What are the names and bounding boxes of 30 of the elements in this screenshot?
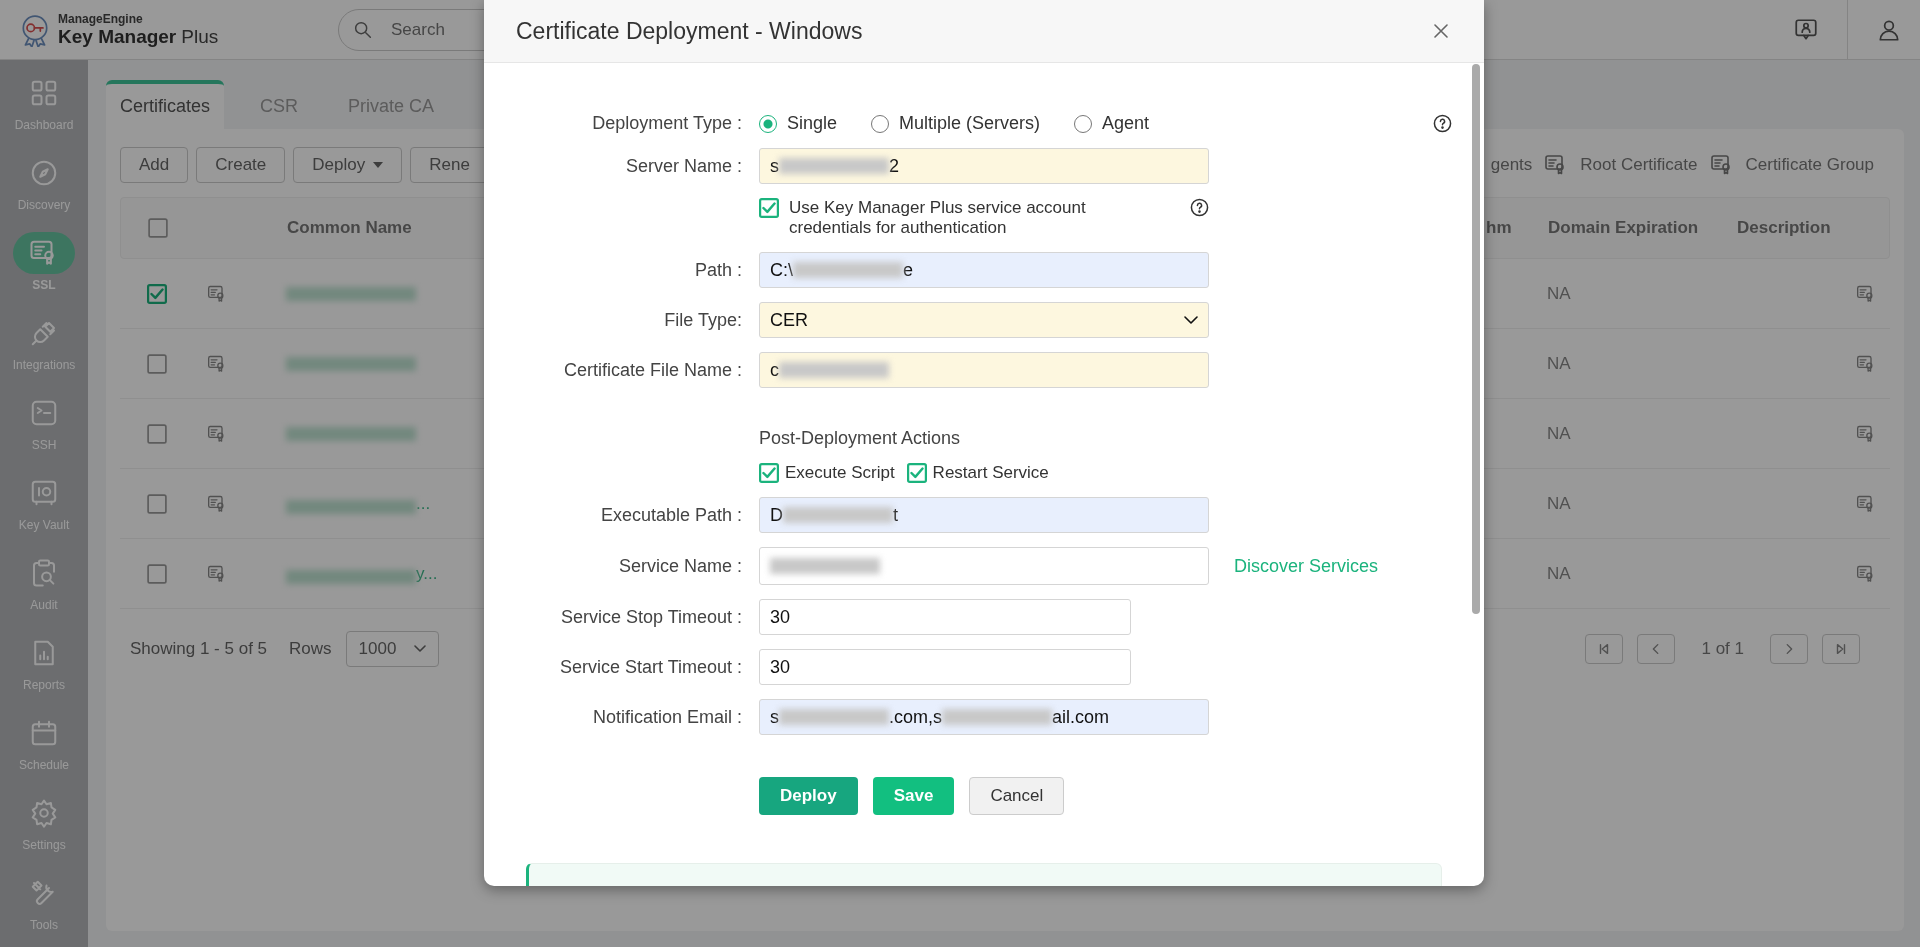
table-cell: NA <box>1547 283 1571 303</box>
field-label: Notification Email : <box>592 706 742 727</box>
field-label: Path : <box>694 259 742 280</box>
checkbox-label: Use Key Manager Plus service account credentials for authentication <box>789 198 1087 238</box>
column-header: Domain Expiration <box>1548 218 1699 237</box>
column-header: Common Name <box>287 218 412 238</box>
field-label: Executable Path : <box>600 504 742 525</box>
checkbox-label: Execute Script <box>785 463 895 483</box>
field-label: Service Stop Timeout : <box>560 606 742 627</box>
table-cell: NA <box>1547 353 1571 373</box>
field-label: Service Start Timeout : <box>559 656 742 677</box>
pagination-summary: Showing 1 - 5 of 5 <box>130 639 268 659</box>
column-header: hm <box>1486 218 1512 237</box>
table-cell: NA <box>1547 563 1571 583</box>
field-label: Service Name : <box>618 555 742 576</box>
table-cell: NA <box>1547 423 1571 443</box>
checkbox-label: Restart Service <box>932 463 1049 483</box>
page-indicator: 1 of 1 <box>1701 639 1744 659</box>
field-label: Certificate File Name : <box>563 359 742 380</box>
field-label: Server Name : <box>625 155 742 176</box>
field-label: Deployment Type : <box>592 113 742 133</box>
column-header: Description <box>1737 218 1831 237</box>
rows-label: Rows <box>289 639 332 659</box>
brand-suffix: Plus <box>181 27 219 46</box>
section-heading: Post-Deployment Actions <box>759 428 961 449</box>
brand-company: ManageEngine <box>58 13 144 25</box>
table-cell: NA <box>1547 493 1571 513</box>
field-label: File Type: <box>664 309 742 330</box>
brand-name: Key Manager <box>58 27 177 46</box>
dialog-title: Certificate Deployment - Windows <box>516 17 863 45</box>
